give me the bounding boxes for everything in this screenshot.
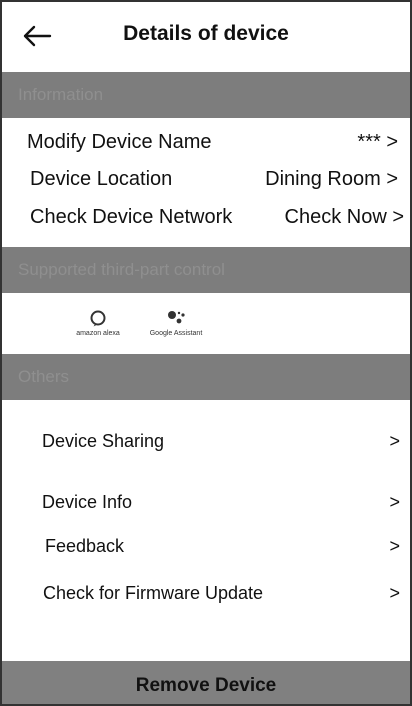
section-information: Information bbox=[2, 72, 410, 118]
remove-device-button[interactable]: Remove Device bbox=[2, 661, 410, 704]
chevron-right-icon: > bbox=[389, 583, 400, 603]
row-value: *** > bbox=[357, 131, 398, 153]
alexa-option[interactable]: amazon alexa bbox=[70, 309, 126, 345]
row-label: Check for Firmware Update bbox=[43, 583, 264, 603]
row-label: Modify Device Name bbox=[27, 131, 212, 153]
page-title: Details of device bbox=[123, 22, 289, 45]
row-label: Feedback bbox=[45, 536, 125, 556]
row-value: Check Now > bbox=[284, 206, 405, 228]
row-value: Dining Room > bbox=[265, 168, 398, 190]
row-label: Device Sharing bbox=[42, 431, 165, 451]
row-label: Check Device Network bbox=[30, 206, 233, 228]
google-assistant-icon bbox=[168, 311, 185, 324]
chevron-right-icon: > bbox=[389, 431, 400, 451]
chevron-right-icon: > bbox=[389, 492, 400, 512]
section-others: Others bbox=[2, 354, 410, 400]
alexa-label: amazon alexa bbox=[76, 330, 120, 337]
alexa-ring-icon bbox=[90, 310, 106, 327]
row-label: Device Location bbox=[30, 168, 173, 190]
row-label: Device Info bbox=[42, 492, 133, 512]
section-third-party: Supported third-part control bbox=[2, 247, 410, 293]
header: Details of device bbox=[0, 0, 412, 72]
google-assistant-label: Google Assistant bbox=[149, 330, 203, 337]
google-assistant-option[interactable]: Google Assistant bbox=[143, 309, 209, 345]
chevron-right-icon: > bbox=[389, 536, 400, 556]
